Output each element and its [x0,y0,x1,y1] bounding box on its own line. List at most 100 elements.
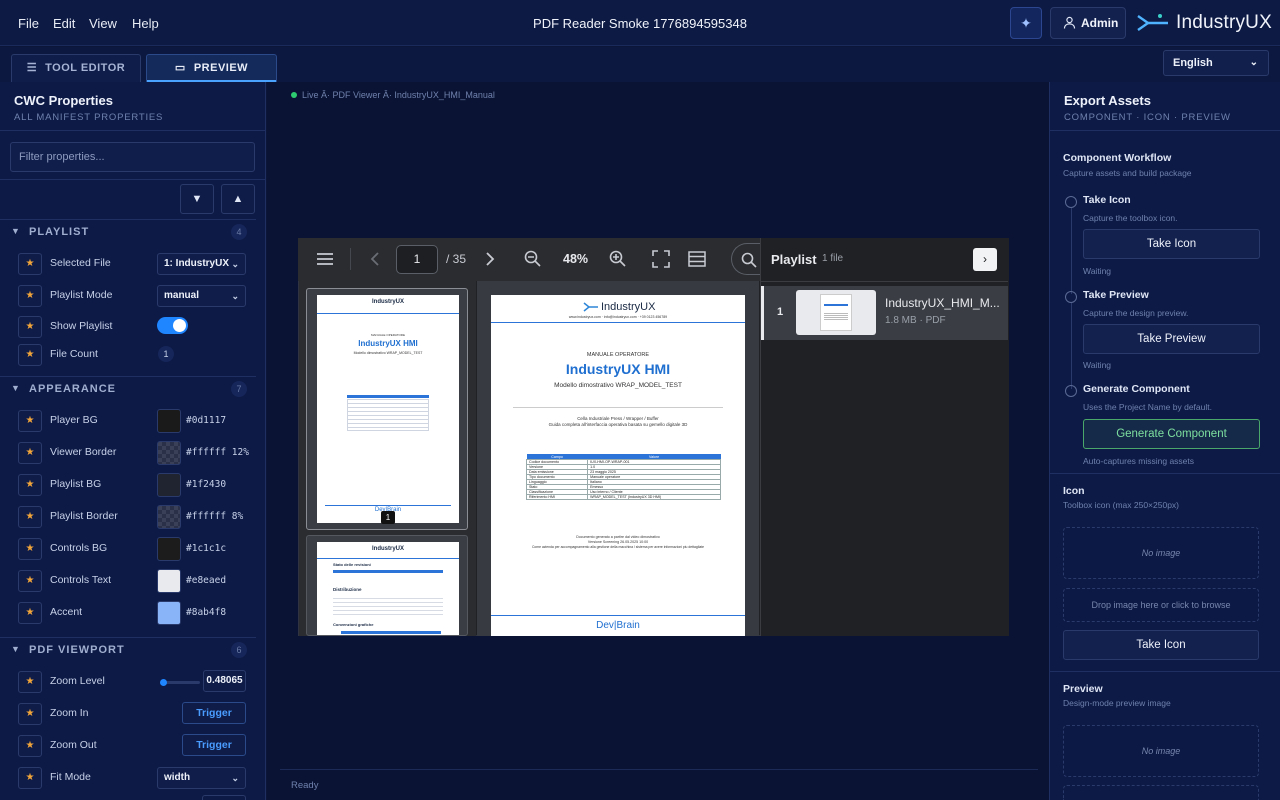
prop-label: Zoom Level [50,675,105,687]
filter-input[interactable]: Filter properties... [10,142,255,172]
doc-line2: Guida completa all'interfaccia operativa… [548,422,688,427]
prop-accent: ★ Accent #8ab4f8 [0,599,256,627]
star-icon[interactable]: ★ [18,506,42,528]
chevron-down-icon: ⌄ [231,773,239,783]
star-icon[interactable]: ★ [18,602,42,624]
prop-label: Accent [50,606,83,618]
zoom-in-icon[interactable] [609,250,627,268]
star-icon[interactable]: ★ [18,253,42,275]
zoom-slider[interactable] [160,679,200,686]
page-number-input[interactable]: 1 [396,245,438,274]
generate-component-button[interactable]: Generate Component [1083,419,1260,449]
next-page-icon[interactable] [485,252,495,266]
section-label: PLAYLIST [29,226,90,238]
previous-page-icon[interactable] [370,252,380,266]
take-preview-button[interactable]: Take Preview [1083,324,1260,354]
menu-file[interactable]: File [18,16,39,31]
prop-label: Selected File [50,257,111,269]
section-playlist[interactable]: ▼ PLAYLIST 4 [0,219,256,245]
menu-edit[interactable]: Edit [53,16,75,31]
color-swatch[interactable] [157,505,181,529]
tab-preview[interactable]: ▭ PREVIEW [146,54,277,82]
thumbnail-page-2[interactable]: IndustryUX Stato delle revisioni Distrib… [306,535,468,636]
color-value: #ffffff 12% [186,447,249,458]
monitor-icon: ▭ [174,62,186,74]
prop-zoom-level: ★ Zoom Level 0.48065 [0,668,256,696]
color-swatch[interactable] [157,441,181,465]
prop-label: Controls Text [50,574,112,586]
icon-image-placeholder: No image [1063,527,1259,579]
prop-label: Playlist Mode [50,289,113,301]
section-label: APPEARANCE [29,383,117,395]
menu-help[interactable]: Help [132,16,159,31]
zoom-level-input[interactable]: 0.48065 [203,670,246,692]
thumb-brand: IndustryUX [371,299,404,305]
zoom-out-trigger-button[interactable]: Trigger [182,734,246,756]
total-pages: / 35 [446,252,467,266]
prop-playlist-mode: ★ Playlist Mode manual ⌄ [0,282,256,310]
zoom-in-trigger-button[interactable]: Trigger [182,702,246,724]
select-value: 1: IndustryUX [164,258,230,269]
breadcrumb: Live Â· PDF Viewer Â· IndustryUX_HMI_Man… [291,90,495,100]
menu-view[interactable]: View [89,16,117,31]
section-pdf-viewport[interactable]: ▼ PDF VIEWPORT 6 [0,637,256,663]
tab-tool-editor[interactable]: ☰ TOOL EDITOR [11,54,141,82]
section-appearance[interactable]: ▼ APPEARANCE 7 [0,376,256,402]
language-select[interactable]: English ⌄ [1163,50,1269,76]
admin-button[interactable]: Admin [1050,7,1126,39]
color-swatch[interactable] [157,601,181,625]
star-icon[interactable]: ★ [18,735,42,757]
icon-drop-zone[interactable]: Drop image here or click to browse [1063,588,1259,622]
collapse-all-button[interactable]: ▼ [180,184,214,214]
step-status-icon [1065,291,1077,303]
section-label: PDF VIEWPORT [29,644,125,656]
table-cell: WRAP_MODEL_TEST (IndustryUX 3D HMI) [587,494,721,500]
page-layout-icon[interactable] [688,251,706,267]
step-status: Waiting [1083,266,1112,276]
prop-label: Zoom Out [50,739,97,751]
star-icon[interactable]: ★ [18,410,42,432]
star-icon[interactable]: ★ [18,344,42,366]
icon-section-title: Icon [1063,485,1085,497]
star-icon[interactable]: ★ [18,538,42,560]
playlist-item[interactable]: 1 IndustryUX_HMI_M... 1.8 MB · PDF [761,286,1008,340]
preview-section-title: Preview [1063,683,1103,695]
doc-footer3: Come azienda per accompagnamento alla ge… [531,545,705,549]
take-icon-button[interactable]: Take Icon [1083,229,1260,259]
magic-wand-button[interactable]: ✦ [1010,7,1042,39]
thumb-conventions-heading: Convenzioni grafiche [333,622,374,627]
export-panel: Export Assets COMPONENT · ICON · PREVIEW… [1049,82,1280,800]
thumb-distribution-heading: Distribuzione [333,587,362,592]
hamburger-menu-icon[interactable] [316,252,334,266]
star-icon[interactable]: ★ [18,285,42,307]
prop-fit-mode: ★ Fit Mode width ⌄ [0,764,256,792]
star-icon[interactable]: ★ [18,316,42,338]
star-icon[interactable]: ★ [18,767,42,789]
live-dot-icon [291,92,297,98]
star-icon[interactable]: ★ [18,703,42,725]
zoom-out-icon[interactable] [524,250,542,268]
playlist-collapse-button[interactable]: › [973,248,997,271]
star-icon[interactable]: ★ [18,474,42,496]
playlist-mode-select[interactable]: manual ⌄ [157,285,246,307]
fullscreen-icon[interactable] [652,250,670,268]
star-icon[interactable]: ★ [18,570,42,592]
color-swatch[interactable] [157,473,181,497]
color-swatch[interactable] [157,409,181,433]
fit-mode-select[interactable]: width ⌄ [157,767,246,789]
step-title: Take Preview [1083,289,1149,301]
prop-selected-file: ★ Selected File 1: IndustryUX ⌄ [0,250,256,278]
icon-take-icon-button[interactable]: Take Icon [1063,630,1259,660]
thumbnail-page-1[interactable]: IndustryUX MANUALE OPERATORE IndustryUX … [306,288,468,530]
show-playlist-toggle[interactable] [157,317,188,334]
doc-model: Modello dimostrativo WRAP_MODEL_TEST [554,382,682,389]
expand-all-button[interactable]: ▲ [221,184,255,214]
color-swatch[interactable] [157,569,181,593]
star-icon[interactable]: ★ [18,442,42,464]
panel-title: CWC Properties [14,93,113,108]
color-swatch[interactable] [157,537,181,561]
tab-label: TOOL EDITOR [45,62,126,74]
selected-file-select[interactable]: 1: IndustryUX ⌄ [157,253,246,275]
star-icon[interactable]: ★ [18,671,42,693]
admin-label: Admin [1081,16,1119,30]
